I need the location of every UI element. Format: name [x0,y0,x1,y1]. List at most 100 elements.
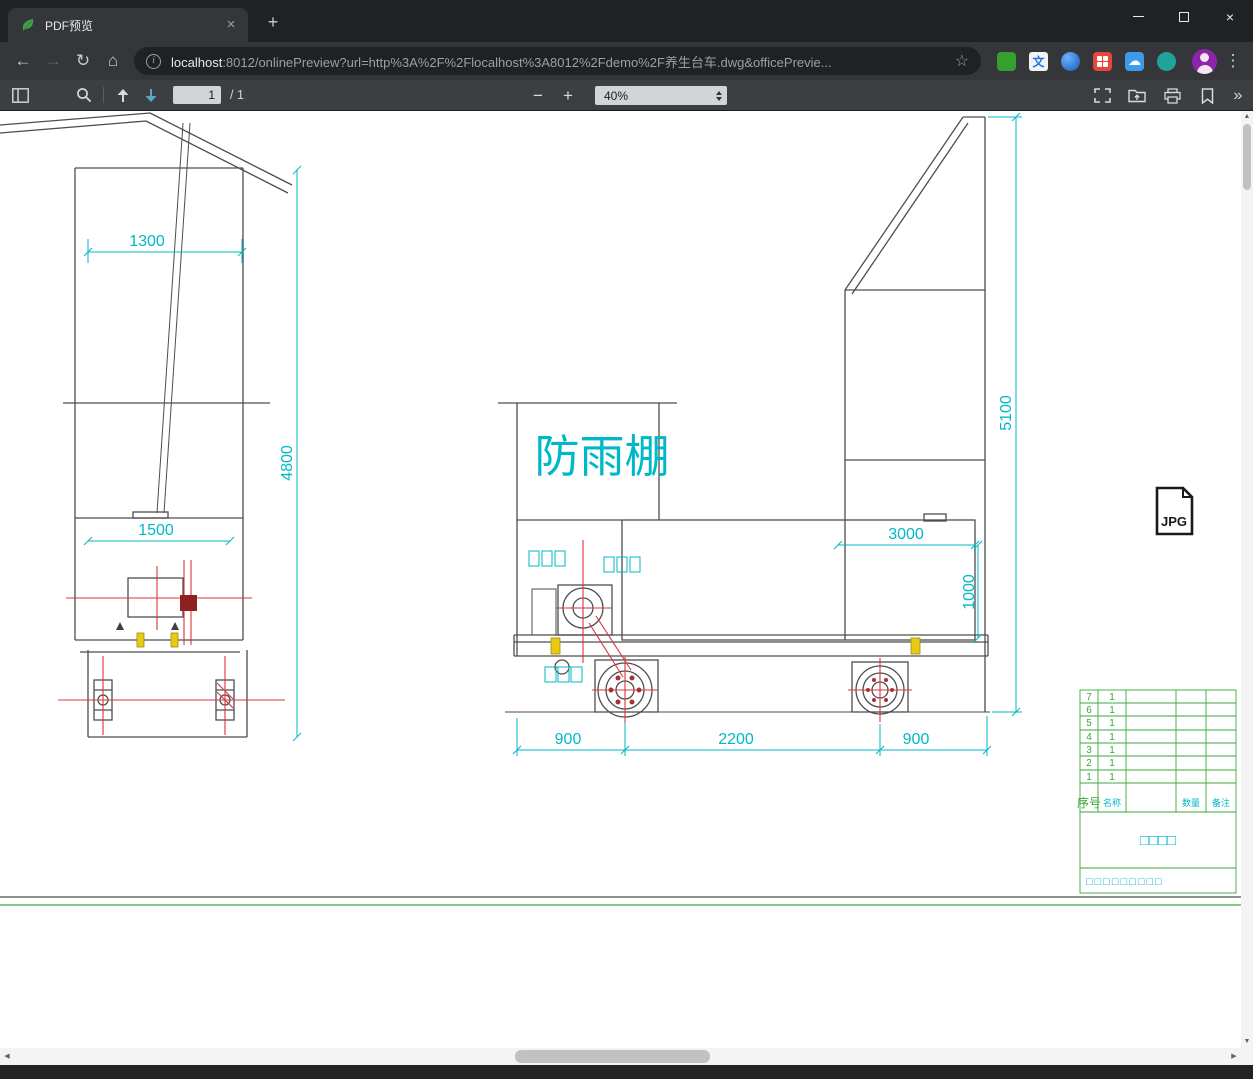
toolbar-separator [103,87,104,103]
pdf-toolbar: / 1 − + 40% [0,80,1253,111]
title-block-col-qty: 数量 [1182,797,1200,808]
address-bar[interactable]: i localhost:8012/onlinePreview?url=http%… [134,47,981,75]
url-text: localhost:8012/onlinePreview?url=http%3A… [171,52,947,71]
scroll-left-button[interactable]: ◀ [0,1048,14,1065]
page-number-input[interactable] [173,86,221,104]
extension-icon-4[interactable] [1093,51,1112,71]
find-button[interactable] [70,83,98,107]
scroll-up-button[interactable]: ▲ [1241,111,1253,123]
page-up-icon [117,88,129,102]
zoom-controls: − + 40% [523,80,727,111]
browser-menu-button[interactable]: ⋮ [1221,51,1245,71]
page-total-label: / 1 [230,88,244,102]
browser-tab[interactable]: PDF预览 × [8,8,248,42]
extension-icon-6[interactable] [1157,51,1176,71]
scrollbar-corner [1241,1048,1253,1065]
front-view-centerlines [58,560,285,735]
title-block-col-name: 名称 [1103,797,1121,808]
row-number: 3 [1086,745,1092,756]
zoom-out-button[interactable]: − [523,86,553,106]
title-block-row-numbers: 7 6 5 4 3 2 1 [1086,692,1092,783]
cad-drawing: 1300 4800 1500 3000 1000 5100 900 2200 9… [0,112,1241,906]
jpg-label: JPG [1161,514,1187,529]
pdf-page-content: 1300 4800 1500 3000 1000 5100 900 2200 9… [0,111,1241,1048]
title-block-grid [1079,689,1237,894]
reload-button[interactable]: ↻ [68,46,98,76]
extension-icon-3[interactable] [1061,51,1080,71]
jpg-file-icon: JPG [1155,486,1194,536]
site-info-icon[interactable]: i [146,53,161,69]
tab-favicon-leaf-icon [22,19,34,31]
front-view-support-triangles [116,622,179,630]
maximize-button[interactable] [1161,0,1207,33]
horizontal-scrollbar-thumb[interactable] [515,1050,710,1063]
profile-avatar[interactable] [1192,48,1217,74]
vertical-scrollbar[interactable]: ▲ ▼ [1241,111,1253,1048]
zoom-spinner-icon [716,90,722,101]
dim-4800: 4800 [279,445,296,481]
zoom-select[interactable]: 40% [595,86,727,105]
bookmark-button[interactable] [1193,84,1221,108]
cloud-extension-icon[interactable]: ☁ [1125,51,1144,71]
qty-cell: 1 [1109,758,1115,769]
front-view-structure [0,112,293,738]
side-view-centerlines [548,540,912,723]
open-file-button[interactable] [1123,84,1151,108]
front-view-brake-block [180,595,197,611]
row-number: 2 [1086,758,1092,769]
page-down-icon [145,88,157,102]
scroll-down-button[interactable]: ▼ [1241,1036,1253,1048]
print-icon [1163,87,1181,104]
open-file-icon [1128,89,1146,103]
new-tab-button[interactable]: + [260,11,286,35]
window-bottom-edge [0,1065,1253,1079]
zoom-in-button[interactable]: + [553,86,583,106]
qty-cell: 1 [1109,772,1115,783]
sidebar-toggle-icon [11,87,29,103]
bookmark-icon [1201,87,1213,104]
vertical-scrollbar-thumb[interactable] [1243,124,1251,190]
avatar-torso [1196,64,1213,74]
qty-cell: 1 [1109,705,1115,716]
scroll-right-button[interactable]: ▶ [1227,1048,1241,1065]
more-tools-button[interactable]: » [1228,80,1248,111]
bookmark-star-icon[interactable]: ☆ [955,51,969,71]
next-page-button[interactable] [137,83,165,107]
minimize-button[interactable] [1115,0,1161,33]
presentation-mode-button[interactable] [1088,84,1116,108]
sidebar-toggle-button[interactable] [6,83,34,107]
forward-button[interactable]: → [38,46,68,76]
side-view-cyan-details [528,550,641,683]
minimize-icon [1132,16,1144,17]
maximize-icon [1179,11,1189,22]
row-number: 6 [1086,705,1092,716]
dim-5100: 5100 [998,395,1015,431]
print-button[interactable] [1158,84,1186,108]
previous-page-button[interactable] [109,83,137,107]
extension-icon-1[interactable] [997,51,1016,71]
row-number: 5 [1086,718,1092,729]
back-button[interactable]: ← [8,46,38,76]
title-block-col-note: 备注 [1212,797,1230,808]
horizontal-scrollbar[interactable]: ◀ ▶ [0,1048,1241,1065]
home-button[interactable]: ⌂ [98,46,128,76]
front-view-dim-labels: 1300 4800 1500 [129,233,296,539]
rain-shelter-label: 防雨棚 [534,431,669,482]
title-block-qty-column: 1 1 1 1 1 1 1 [1109,692,1115,783]
dim-900-left: 900 [555,731,582,748]
extensions-row: 文 ☁ [997,51,1176,71]
qty-cell: 1 [1109,745,1115,756]
title-block-company: □□□□ [1140,832,1176,849]
window-titlebar: PDF预览 × + × [0,0,1253,42]
pdf-toolbar-right: » [1088,80,1248,111]
side-view-structure [498,116,990,718]
fullscreen-icon [1093,88,1111,103]
translate-extension-icon[interactable]: 文 [1029,51,1048,71]
tab-close-icon[interactable]: × [222,16,240,34]
dim-1000: 1000 [961,574,978,610]
close-button[interactable]: × [1207,0,1253,33]
qty-cell: 1 [1109,732,1115,743]
title-block-col-serial: 序号 [1077,795,1101,810]
front-view-dim-lines [83,165,302,742]
url-path: :8012/onlinePreview?url=http%3A%2F%2Floc… [222,54,832,70]
